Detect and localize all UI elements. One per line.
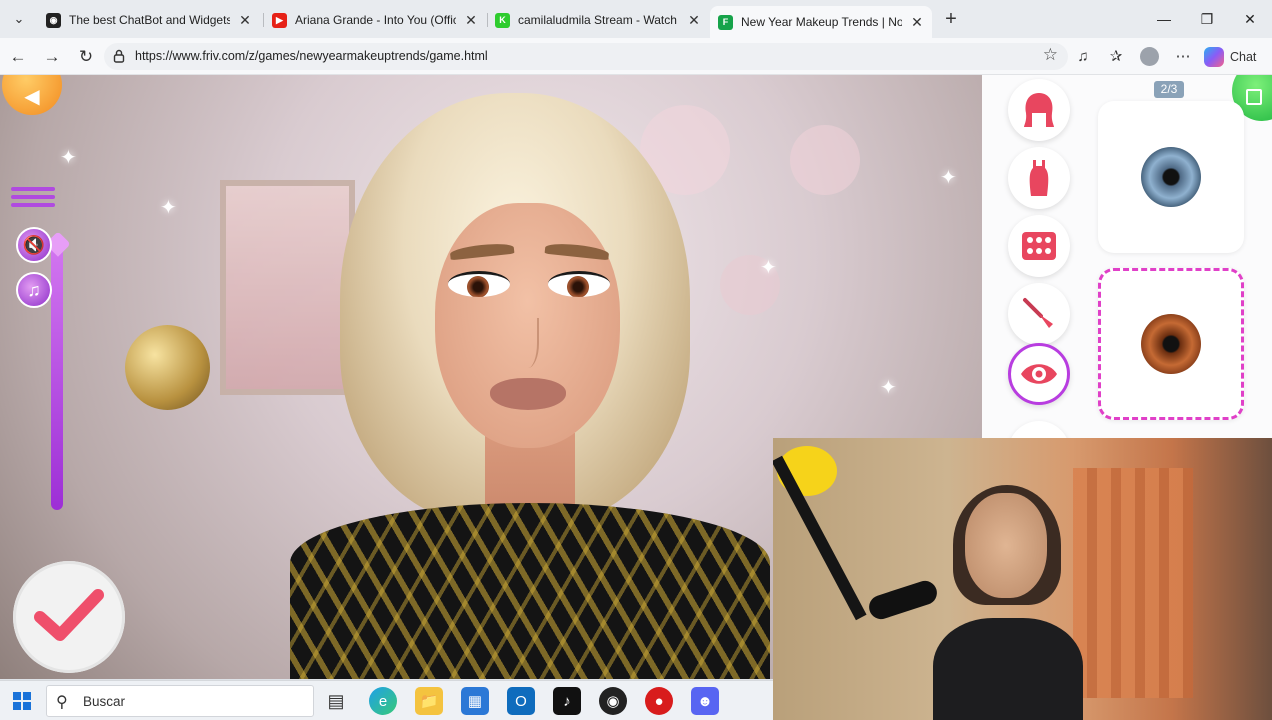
windows-start-icon[interactable]: [13, 692, 31, 710]
streamer-torso: [933, 618, 1083, 720]
obs-icon[interactable]: ◉: [599, 687, 627, 715]
background-balloon: [790, 125, 860, 195]
webcam-streamer: [933, 485, 1083, 720]
tab-youtube[interactable]: ▶ Ariana Grande - Into You (Official V ✕: [264, 6, 486, 34]
refresh-icon[interactable]: ↻: [74, 45, 98, 69]
menu-hamburger-icon[interactable]: [11, 187, 55, 213]
sparkle-icon: ✦: [880, 377, 897, 399]
tab-title: New Year Makeup Trends | No Ads: [741, 15, 902, 29]
tab-title: The best ChatBot and Widgets for: [69, 13, 230, 27]
music-icon[interactable]: ♫: [16, 272, 52, 308]
brown-iris-swatch: [1141, 314, 1201, 374]
sparkle-icon: ✦: [940, 167, 957, 189]
windows-taskbar: ⚲ Buscar ▤ e 📁 ▦ O ♪ ◉ ● ☻: [0, 680, 773, 720]
tab-close-icon[interactable]: ✕: [464, 12, 478, 29]
file-explorer-icon[interactable]: 📁: [415, 687, 443, 715]
minimize-icon[interactable]: —: [1149, 8, 1179, 30]
category-hair-button[interactable]: [1008, 79, 1070, 141]
url-text[interactable]: https://www.friv.com/z/games/newyearmake…: [135, 49, 488, 63]
hair-icon: [1024, 93, 1054, 127]
favorites-icon[interactable]: ✰: [1105, 46, 1127, 68]
microsoft-store-icon[interactable]: ▦: [461, 687, 489, 715]
tab-friv-game[interactable]: F New Year Makeup Trends | No Ads ✕: [710, 6, 932, 38]
model-left-eye: [448, 271, 510, 297]
edge-browser-icon[interactable]: e: [369, 687, 397, 715]
new-tab-plus-icon[interactable]: +: [940, 8, 962, 30]
makeup-model: [270, 93, 770, 679]
taskbar-search-placeholder: Buscar: [83, 694, 126, 709]
webcam-microphone: [866, 577, 940, 623]
taskbar-search-box[interactable]: ⚲ Buscar: [46, 685, 314, 717]
streamer-webcam-overlay: [773, 438, 1272, 720]
search-icon: ⚲: [56, 694, 68, 711]
discord-icon[interactable]: ☻: [691, 687, 719, 715]
forward-arrow-icon[interactable]: →: [40, 45, 64, 69]
copilot-icon: [1204, 47, 1224, 67]
tab-title: Ariana Grande - Into You (Official V: [295, 13, 456, 27]
red-app-icon[interactable]: ●: [645, 687, 673, 715]
model-nose: [517, 318, 539, 368]
streamer-face: [965, 493, 1047, 598]
eyeshadow-palette-icon: [1022, 232, 1056, 260]
webcam-curtain: [1073, 468, 1193, 698]
model-sequin-dress: [290, 503, 770, 679]
kick-favicon-icon: K: [495, 12, 510, 28]
tab-close-icon[interactable]: ✕: [687, 12, 701, 29]
back-arrow-icon[interactable]: ←: [6, 45, 30, 69]
task-view-icon[interactable]: ▤: [322, 687, 350, 715]
youtube-favicon-icon: ▶: [272, 12, 287, 28]
eye-color-option-brown[interactable]: [1098, 268, 1244, 420]
model-lips: [490, 378, 566, 410]
browser-toolbar: ← → ↻ https://www.friv.com/z/games/newye…: [0, 38, 1272, 75]
blue-iris-swatch: [1141, 147, 1201, 207]
eye-color-option-blue[interactable]: [1098, 101, 1244, 253]
sparkle-icon: ✦: [160, 197, 177, 219]
tab-actions-chevron-icon[interactable]: ⌄: [8, 8, 30, 30]
tiktok-icon[interactable]: ♪: [553, 687, 581, 715]
category-eyes-button[interactable]: [1008, 343, 1070, 405]
sparkle-icon: ✦: [60, 147, 77, 169]
category-brush-button[interactable]: [1008, 283, 1070, 345]
page-indicator: 2/3: [1154, 81, 1184, 98]
model-right-eye: [548, 271, 610, 297]
eye-icon: [1021, 364, 1057, 384]
category-palette-button[interactable]: [1008, 215, 1070, 277]
address-bar[interactable]: https://www.friv.com/z/games/newyearmake…: [104, 43, 1068, 70]
fullscreen-icon: [1246, 89, 1262, 105]
chatbot-favicon-icon: ◉: [46, 12, 61, 28]
back-arrow-button[interactable]: ◀: [2, 75, 62, 115]
done-checkmark-button[interactable]: [13, 561, 125, 673]
checkmark-icon: [34, 589, 104, 641]
site-info-lock-icon[interactable]: [112, 49, 126, 63]
close-window-icon[interactable]: ✕: [1235, 8, 1265, 30]
tab-title: camilaludmila Stream - Watch Live: [518, 13, 679, 27]
dress-icon: [1029, 160, 1049, 196]
gold-ornament: [125, 325, 210, 410]
category-clothing-button[interactable]: [1008, 147, 1070, 209]
browser-tab-strip: ⌄ ◉ The best ChatBot and Widgets for ✕ ▶…: [0, 0, 1272, 38]
tab-chatbot[interactable]: ◉ The best ChatBot and Widgets for ✕: [38, 6, 260, 34]
tab-kick-stream[interactable]: K camilaludmila Stream - Watch Live ✕: [487, 6, 709, 34]
outlook-icon[interactable]: O: [507, 687, 535, 715]
sound-muted-icon[interactable]: 🔇: [16, 227, 52, 263]
tab-close-icon[interactable]: ✕: [238, 12, 252, 29]
more-options-icon[interactable]: ⋯: [1172, 46, 1194, 68]
friv-favicon-icon: F: [718, 14, 733, 30]
tab-close-icon[interactable]: ✕: [910, 14, 924, 31]
restore-icon[interactable]: ❐: [1192, 8, 1222, 30]
read-aloud-icon[interactable]: ♫: [1072, 46, 1094, 68]
copilot-chat-button[interactable]: Chat: [1204, 45, 1256, 69]
makeup-brush-icon: [1023, 298, 1053, 328]
profile-avatar-icon[interactable]: [1140, 47, 1159, 66]
favorite-star-icon[interactable]: ☆: [1043, 45, 1058, 65]
volume-slider[interactable]: [51, 245, 63, 510]
copilot-label: Chat: [1230, 50, 1257, 64]
